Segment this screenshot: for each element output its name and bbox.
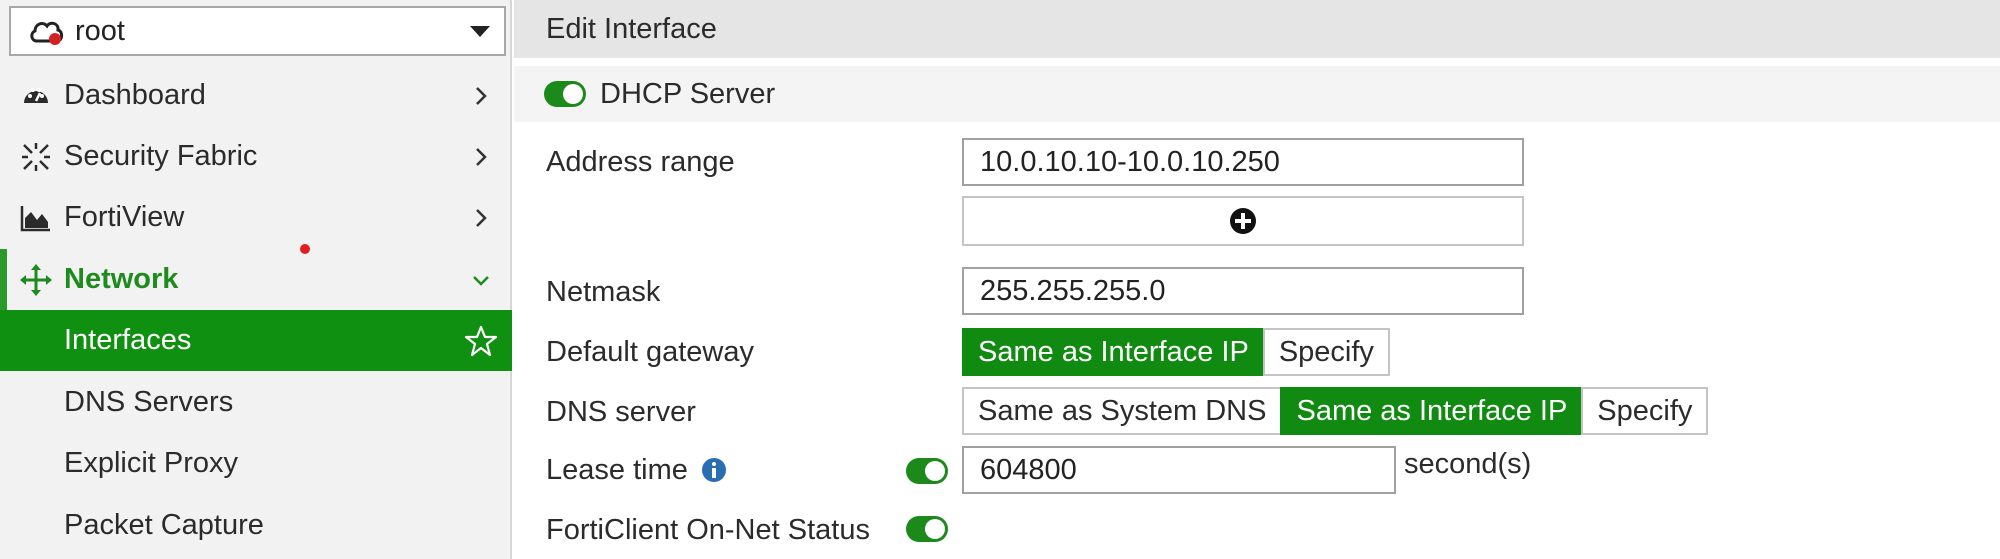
sidebar-item-label: DNS Servers [64,386,234,418]
vdom-label: root [75,14,125,47]
dns-server-label: DNS server [546,395,696,428]
area-chart-icon [16,198,56,238]
dashboard-gauge-icon [16,76,56,116]
chevron-right-icon [476,209,487,227]
vdom-selector[interactable]: root [9,6,506,56]
gateway-same-as-interface-ip-button[interactable]: Same as Interface IP [962,328,1265,376]
sidebar-item-interfaces[interactable]: Interfaces [0,310,512,371]
sidebar-item-label: FortiView [64,201,185,233]
forticlient-on-net-status-label: FortiClient On-Net Status [546,513,870,546]
chevron-right-icon [476,148,487,166]
notification-dot [300,244,310,254]
sidebar-item-packet-capture[interactable]: Packet Capture [0,495,512,556]
main-content: Edit Interface DHCP Server Address range… [514,0,2000,559]
sidebar-item-label: Explicit Proxy [64,447,239,479]
default-gateway-label: Default gateway [546,335,754,368]
plus-circle-icon [1230,208,1256,234]
star-favorite-icon[interactable] [464,324,498,358]
add-address-range-button[interactable] [962,196,1524,246]
sidebar-item-explicit-proxy[interactable]: Explicit Proxy [0,433,512,494]
lease-time-label-text: Lease time [546,453,688,486]
sidebar-item-label: Network [64,263,179,295]
lease-time-input[interactable] [962,446,1396,494]
lease-time-toggle[interactable] [906,458,948,484]
dns-specify-button[interactable]: Specify [1581,387,1709,435]
cloud-alert-icon [30,21,64,45]
chevron-right-icon [476,87,487,105]
sidebar-item-label: Packet Capture [64,509,264,541]
security-fabric-icon [16,137,56,177]
sidebar-item-label: Dashboard [64,79,206,111]
section-title: DHCP Server [600,77,776,110]
move-arrows-icon [16,260,56,300]
sidebar-item-fortiview[interactable]: FortiView [0,187,512,248]
gateway-specify-button[interactable]: Specify [1262,328,1390,376]
dhcp-server-toggle[interactable] [544,81,586,107]
netmask-input[interactable] [962,267,1524,315]
netmask-label: Netmask [546,275,661,308]
info-icon[interactable] [700,456,728,484]
sidebar-item-security-fabric[interactable]: Security Fabric [0,126,512,187]
sidebar-item-dashboard[interactable]: Dashboard [0,65,512,126]
sidebar-item-label: Interfaces [64,324,192,356]
dns-same-as-system-dns-button[interactable]: Same as System DNS [962,387,1283,435]
dhcp-server-section-header: DHCP Server [514,66,2000,122]
dns-same-as-interface-ip-button[interactable]: Same as Interface IP [1280,387,1584,435]
sidebar-item-dns-servers[interactable]: DNS Servers [0,372,512,433]
sidebar-item-network[interactable]: Network [0,249,512,310]
default-gateway-segmented: Same as Interface IP Specify [962,328,1390,376]
sidebar: root Dashboard Security Fabric FortiView… [0,0,512,559]
dns-server-segmented: Same as System DNS Same as Interface IP … [962,387,1709,435]
address-range-label: Address range [546,145,735,178]
page-title: Edit Interface [514,0,2000,58]
caret-down-icon [470,26,490,37]
lease-time-label: Lease time [546,450,728,490]
lease-time-unit: second(s) [1404,448,1532,480]
sidebar-item-label: Security Fabric [64,140,258,172]
address-range-input[interactable] [962,138,1524,186]
chevron-down-icon [473,276,489,286]
forticlient-on-net-status-toggle[interactable] [906,516,948,542]
